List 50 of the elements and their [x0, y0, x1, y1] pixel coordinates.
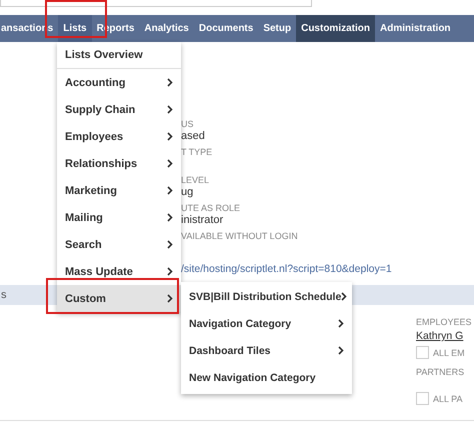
- chevron-icon: [167, 186, 173, 195]
- field-label: VAILABLE WITHOUT LOGIN: [181, 231, 298, 242]
- menu-item[interactable]: Mass Update: [57, 258, 181, 285]
- field-label: EMPLOYEES: [416, 317, 472, 328]
- chevron-icon: [167, 267, 173, 276]
- field-label: US: [181, 119, 194, 130]
- search-field[interactable]: [0, 0, 312, 7]
- chevron-icon: [167, 240, 173, 249]
- menu-item[interactable]: Marketing: [57, 177, 181, 204]
- chevron-icon: [341, 292, 348, 301]
- nav-tab[interactable]: Analytics: [139, 15, 194, 42]
- field-label: UTE AS ROLE: [181, 203, 240, 214]
- field-label: T TYPE: [181, 147, 212, 158]
- checkbox-label: ALL PA: [433, 394, 463, 404]
- chevron-icon: [167, 105, 173, 114]
- menu-item[interactable]: Lists Overview: [57, 42, 181, 69]
- menu-item[interactable]: Navigation Category: [181, 310, 352, 337]
- chevron-icon: [167, 159, 173, 168]
- menu-item[interactable]: SVB|Bill Distribution Schedule: [181, 283, 352, 310]
- menu-item[interactable]: Search: [57, 231, 181, 258]
- field-value: inistrator: [181, 214, 224, 227]
- menu-item[interactable]: Relationships: [57, 150, 181, 177]
- checkbox[interactable]: [416, 392, 429, 405]
- nav-tab[interactable]: Administration: [374, 15, 456, 42]
- checkbox[interactable]: [416, 346, 429, 359]
- menu-item[interactable]: New Navigation Category: [181, 364, 352, 391]
- chevron-icon: [338, 346, 344, 355]
- menu-item[interactable]: Mailing: [57, 204, 181, 231]
- nav-tab[interactable]: Documents: [194, 15, 258, 42]
- nav-tab[interactable]: Customization: [296, 15, 375, 42]
- field-label: LEVEL: [181, 175, 210, 186]
- menu-item[interactable]: Accounting: [57, 69, 181, 96]
- field-value: ug: [181, 186, 194, 199]
- chevron-icon: [167, 78, 173, 87]
- nav-tab[interactable]: Lists: [58, 15, 92, 42]
- chevron-icon: [167, 213, 173, 222]
- url-link[interactable]: /site/hosting/scriptlet.nl?script=810&deploy=1: [181, 263, 392, 275]
- field-value: ased: [181, 130, 205, 143]
- chevron-icon: [338, 319, 344, 328]
- checkbox-label: ALL EM: [433, 348, 465, 358]
- field-label: PARTNERS: [416, 367, 464, 378]
- chevron-icon: [167, 132, 173, 141]
- menu-item[interactable]: Supply Chain: [57, 96, 181, 123]
- chevron-icon: [167, 294, 173, 303]
- menu-item[interactable]: Custom: [57, 285, 181, 312]
- menu-item[interactable]: Dashboard Tiles: [181, 337, 352, 364]
- menu-item[interactable]: Employees: [57, 123, 181, 150]
- nav-tab[interactable]: Setup: [258, 15, 296, 42]
- section-title: s: [1, 289, 6, 301]
- employee-link[interactable]: Kathryn G: [416, 330, 464, 342]
